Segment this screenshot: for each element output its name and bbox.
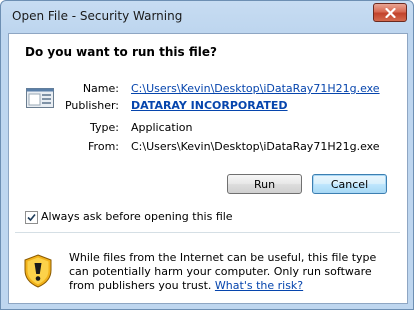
checkmark-icon <box>27 213 36 222</box>
name-link[interactable]: C:\Users\Kevin\Desktop\iDataRay71H21g.ex… <box>131 82 380 95</box>
dialog-question: Do you want to run this file? <box>25 45 217 59</box>
window-title: Open File - Security Warning <box>12 9 183 23</box>
publisher-link[interactable]: DATARAY INCORPORATED <box>131 99 288 112</box>
run-button[interactable]: Run <box>227 174 302 194</box>
close-icon <box>384 7 396 18</box>
security-warning-window: Open File - Security Warning Do you want… <box>0 0 414 310</box>
from-value: C:\Users\Kevin\Desktop\iDataRay71H21g.ex… <box>131 140 380 153</box>
cancel-button[interactable]: Cancel <box>312 174 387 194</box>
always-ask-checkbox[interactable] <box>25 211 38 224</box>
whats-the-risk-link[interactable]: What's the risk? <box>215 279 303 292</box>
type-label: Type: <box>90 121 119 134</box>
warning-message: While files from the Internet can be use… <box>69 251 389 293</box>
always-ask-label[interactable]: Always ask before opening this file <box>41 210 233 223</box>
name-label: Name: <box>82 82 119 95</box>
dialog-body: Do you want to run this file? Name: C:\U… <box>8 33 408 304</box>
type-value: Application <box>131 121 193 134</box>
title-bar[interactable]: Open File - Security Warning <box>1 1 413 33</box>
close-button[interactable] <box>373 3 407 22</box>
warning-panel: While files from the Internet can be use… <box>9 233 407 303</box>
shield-warning-icon <box>23 254 53 288</box>
from-label: From: <box>88 140 119 153</box>
publisher-label: Publisher: <box>64 99 119 112</box>
